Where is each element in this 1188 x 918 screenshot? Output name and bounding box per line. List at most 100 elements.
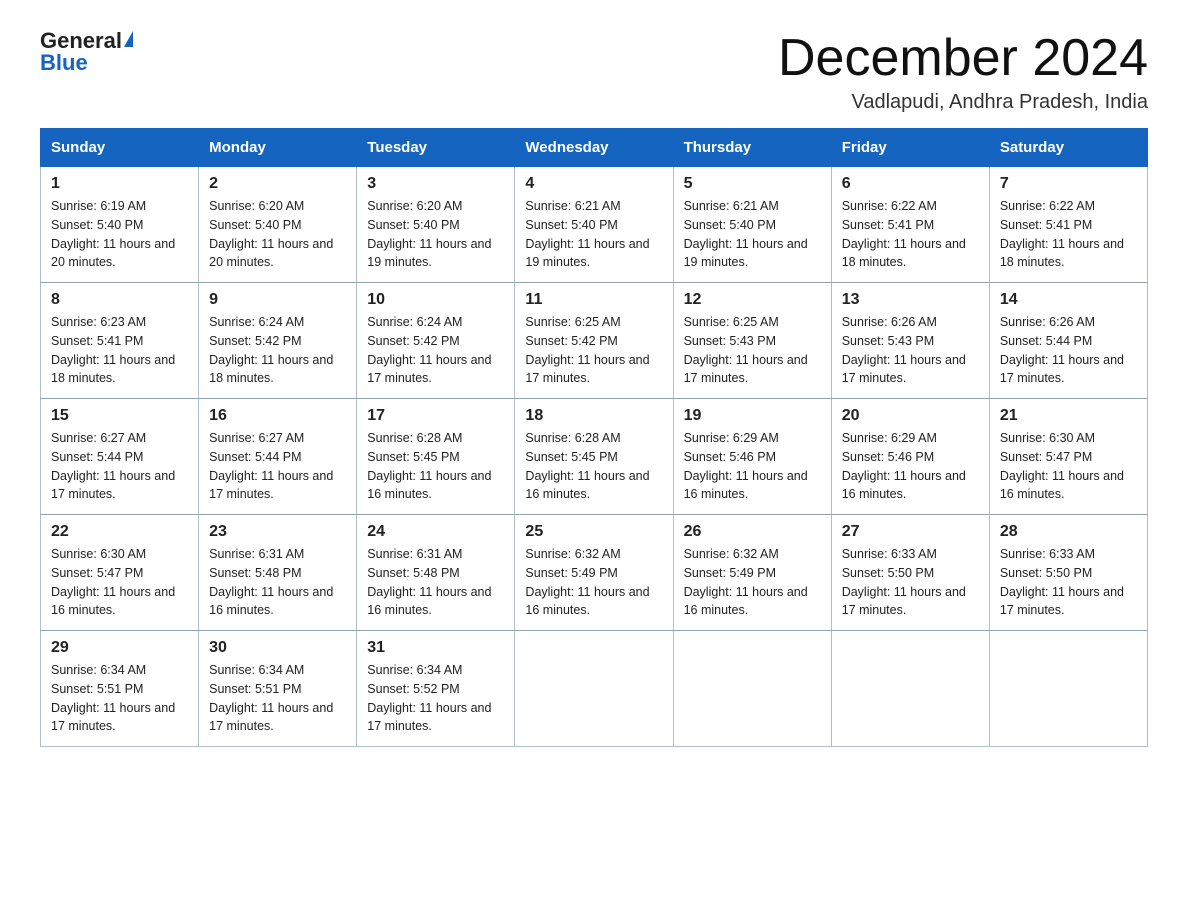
col-thursday: Thursday <box>673 129 831 167</box>
day-cell: 24 Sunrise: 6:31 AMSunset: 5:48 PMDaylig… <box>357 515 515 631</box>
day-info: Sunrise: 6:24 AMSunset: 5:42 PMDaylight:… <box>367 315 491 385</box>
day-cell: 14 Sunrise: 6:26 AMSunset: 5:44 PMDaylig… <box>989 283 1147 399</box>
day-cell: 10 Sunrise: 6:24 AMSunset: 5:42 PMDaylig… <box>357 283 515 399</box>
day-info: Sunrise: 6:31 AMSunset: 5:48 PMDaylight:… <box>209 547 333 617</box>
day-number: 20 <box>842 407 979 425</box>
day-info: Sunrise: 6:34 AMSunset: 5:51 PMDaylight:… <box>209 663 333 733</box>
day-cell: 1 Sunrise: 6:19 AMSunset: 5:40 PMDayligh… <box>41 167 199 283</box>
day-number: 16 <box>209 407 346 425</box>
day-number: 23 <box>209 523 346 541</box>
day-number: 2 <box>209 175 346 193</box>
day-info: Sunrise: 6:21 AMSunset: 5:40 PMDaylight:… <box>525 199 649 269</box>
day-info: Sunrise: 6:30 AMSunset: 5:47 PMDaylight:… <box>1000 431 1124 501</box>
week-row-2: 8 Sunrise: 6:23 AMSunset: 5:41 PMDayligh… <box>41 283 1148 399</box>
day-info: Sunrise: 6:34 AMSunset: 5:51 PMDaylight:… <box>51 663 175 733</box>
day-cell <box>831 631 989 747</box>
day-number: 28 <box>1000 523 1137 541</box>
day-number: 11 <box>525 291 662 309</box>
day-info: Sunrise: 6:32 AMSunset: 5:49 PMDaylight:… <box>684 547 808 617</box>
day-number: 3 <box>367 175 504 193</box>
day-number: 14 <box>1000 291 1137 309</box>
day-number: 24 <box>367 523 504 541</box>
day-number: 12 <box>684 291 821 309</box>
day-cell: 30 Sunrise: 6:34 AMSunset: 5:51 PMDaylig… <box>199 631 357 747</box>
day-cell <box>989 631 1147 747</box>
col-wednesday: Wednesday <box>515 129 673 167</box>
day-info: Sunrise: 6:20 AMSunset: 5:40 PMDaylight:… <box>209 199 333 269</box>
day-info: Sunrise: 6:22 AMSunset: 5:41 PMDaylight:… <box>1000 199 1124 269</box>
day-cell: 5 Sunrise: 6:21 AMSunset: 5:40 PMDayligh… <box>673 167 831 283</box>
logo-general-text: General <box>40 30 122 52</box>
title-block: December 2024 Vadlapudi, Andhra Pradesh,… <box>778 30 1148 114</box>
day-number: 17 <box>367 407 504 425</box>
day-cell: 21 Sunrise: 6:30 AMSunset: 5:47 PMDaylig… <box>989 399 1147 515</box>
day-cell: 27 Sunrise: 6:33 AMSunset: 5:50 PMDaylig… <box>831 515 989 631</box>
day-info: Sunrise: 6:29 AMSunset: 5:46 PMDaylight:… <box>842 431 966 501</box>
col-sunday: Sunday <box>41 129 199 167</box>
day-info: Sunrise: 6:25 AMSunset: 5:42 PMDaylight:… <box>525 315 649 385</box>
day-info: Sunrise: 6:26 AMSunset: 5:44 PMDaylight:… <box>1000 315 1124 385</box>
calendar-subtitle: Vadlapudi, Andhra Pradesh, India <box>778 91 1148 114</box>
day-info: Sunrise: 6:25 AMSunset: 5:43 PMDaylight:… <box>684 315 808 385</box>
day-number: 9 <box>209 291 346 309</box>
day-info: Sunrise: 6:22 AMSunset: 5:41 PMDaylight:… <box>842 199 966 269</box>
day-number: 8 <box>51 291 188 309</box>
day-number: 29 <box>51 639 188 657</box>
day-cell: 4 Sunrise: 6:21 AMSunset: 5:40 PMDayligh… <box>515 167 673 283</box>
day-number: 27 <box>842 523 979 541</box>
day-info: Sunrise: 6:34 AMSunset: 5:52 PMDaylight:… <box>367 663 491 733</box>
day-info: Sunrise: 6:32 AMSunset: 5:49 PMDaylight:… <box>525 547 649 617</box>
day-number: 6 <box>842 175 979 193</box>
day-cell: 9 Sunrise: 6:24 AMSunset: 5:42 PMDayligh… <box>199 283 357 399</box>
day-info: Sunrise: 6:20 AMSunset: 5:40 PMDaylight:… <box>367 199 491 269</box>
day-number: 18 <box>525 407 662 425</box>
day-info: Sunrise: 6:27 AMSunset: 5:44 PMDaylight:… <box>51 431 175 501</box>
col-saturday: Saturday <box>989 129 1147 167</box>
day-number: 13 <box>842 291 979 309</box>
day-cell: 31 Sunrise: 6:34 AMSunset: 5:52 PMDaylig… <box>357 631 515 747</box>
day-number: 26 <box>684 523 821 541</box>
day-cell: 26 Sunrise: 6:32 AMSunset: 5:49 PMDaylig… <box>673 515 831 631</box>
day-cell <box>673 631 831 747</box>
calendar-title: December 2024 <box>778 30 1148 87</box>
day-info: Sunrise: 6:27 AMSunset: 5:44 PMDaylight:… <box>209 431 333 501</box>
week-row-3: 15 Sunrise: 6:27 AMSunset: 5:44 PMDaylig… <box>41 399 1148 515</box>
day-number: 10 <box>367 291 504 309</box>
day-cell: 19 Sunrise: 6:29 AMSunset: 5:46 PMDaylig… <box>673 399 831 515</box>
logo-blue-text: Blue <box>40 52 88 74</box>
day-info: Sunrise: 6:33 AMSunset: 5:50 PMDaylight:… <box>1000 547 1124 617</box>
logo: General Blue <box>40 30 133 74</box>
day-number: 25 <box>525 523 662 541</box>
day-cell: 22 Sunrise: 6:30 AMSunset: 5:47 PMDaylig… <box>41 515 199 631</box>
day-info: Sunrise: 6:21 AMSunset: 5:40 PMDaylight:… <box>684 199 808 269</box>
day-cell: 23 Sunrise: 6:31 AMSunset: 5:48 PMDaylig… <box>199 515 357 631</box>
day-number: 19 <box>684 407 821 425</box>
day-cell: 11 Sunrise: 6:25 AMSunset: 5:42 PMDaylig… <box>515 283 673 399</box>
day-cell <box>515 631 673 747</box>
day-info: Sunrise: 6:30 AMSunset: 5:47 PMDaylight:… <box>51 547 175 617</box>
logo-triangle-icon <box>124 31 133 47</box>
day-cell: 15 Sunrise: 6:27 AMSunset: 5:44 PMDaylig… <box>41 399 199 515</box>
day-info: Sunrise: 6:33 AMSunset: 5:50 PMDaylight:… <box>842 547 966 617</box>
day-cell: 13 Sunrise: 6:26 AMSunset: 5:43 PMDaylig… <box>831 283 989 399</box>
day-info: Sunrise: 6:26 AMSunset: 5:43 PMDaylight:… <box>842 315 966 385</box>
day-number: 1 <box>51 175 188 193</box>
day-cell: 16 Sunrise: 6:27 AMSunset: 5:44 PMDaylig… <box>199 399 357 515</box>
col-monday: Monday <box>199 129 357 167</box>
day-number: 4 <box>525 175 662 193</box>
day-cell: 20 Sunrise: 6:29 AMSunset: 5:46 PMDaylig… <box>831 399 989 515</box>
day-number: 7 <box>1000 175 1137 193</box>
week-row-5: 29 Sunrise: 6:34 AMSunset: 5:51 PMDaylig… <box>41 631 1148 747</box>
day-number: 22 <box>51 523 188 541</box>
week-row-1: 1 Sunrise: 6:19 AMSunset: 5:40 PMDayligh… <box>41 167 1148 283</box>
day-number: 30 <box>209 639 346 657</box>
day-cell: 17 Sunrise: 6:28 AMSunset: 5:45 PMDaylig… <box>357 399 515 515</box>
day-cell: 29 Sunrise: 6:34 AMSunset: 5:51 PMDaylig… <box>41 631 199 747</box>
day-cell: 28 Sunrise: 6:33 AMSunset: 5:50 PMDaylig… <box>989 515 1147 631</box>
header-row: Sunday Monday Tuesday Wednesday Thursday… <box>41 129 1148 167</box>
week-row-4: 22 Sunrise: 6:30 AMSunset: 5:47 PMDaylig… <box>41 515 1148 631</box>
day-number: 31 <box>367 639 504 657</box>
col-friday: Friday <box>831 129 989 167</box>
day-cell: 3 Sunrise: 6:20 AMSunset: 5:40 PMDayligh… <box>357 167 515 283</box>
day-cell: 18 Sunrise: 6:28 AMSunset: 5:45 PMDaylig… <box>515 399 673 515</box>
